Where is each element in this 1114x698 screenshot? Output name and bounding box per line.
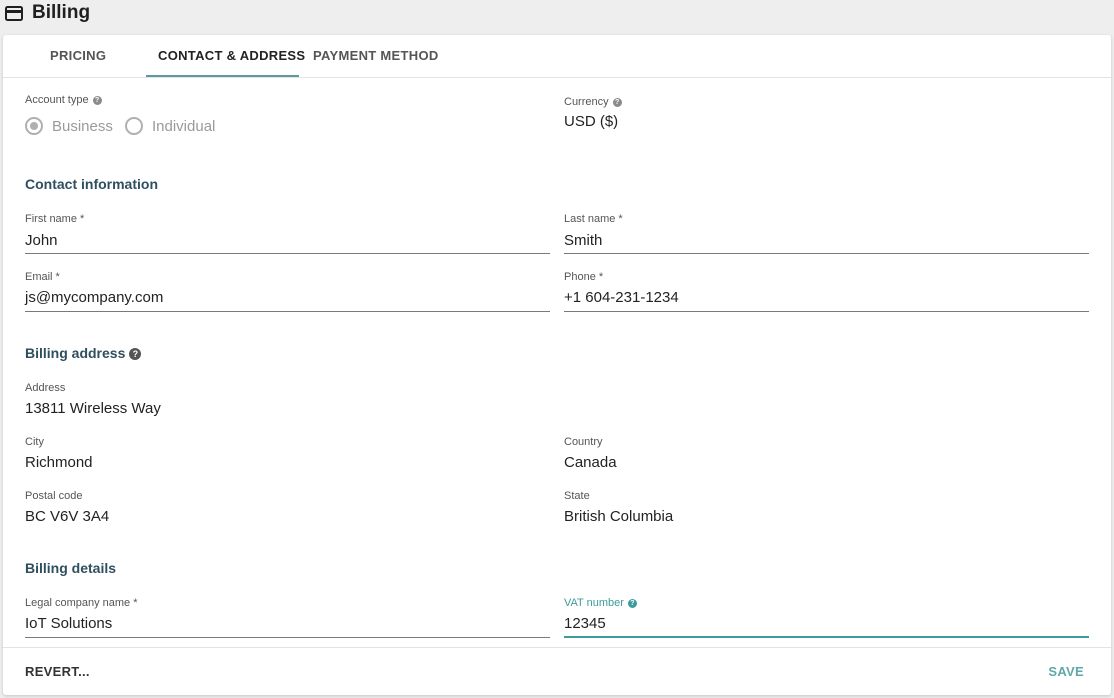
email-input[interactable]: js@mycompany.com	[25, 289, 163, 306]
tab-pricing[interactable]: PRICING	[50, 48, 106, 63]
last-name-underline	[564, 253, 1089, 254]
help-icon[interactable]: ?	[627, 599, 637, 608]
save-button[interactable]: SAVE	[1048, 664, 1084, 679]
country-value: Canada	[564, 454, 617, 471]
active-tab-indicator	[146, 75, 299, 77]
city-value: Richmond	[25, 454, 93, 471]
last-name-input[interactable]: Smith	[564, 232, 602, 249]
company-name-underline	[25, 637, 550, 638]
city-label: City	[25, 436, 44, 448]
vat-number-label-text: VAT number	[564, 597, 624, 609]
vat-number-underline	[564, 636, 1089, 638]
phone-underline	[564, 311, 1089, 312]
billing-details-heading: Billing details	[25, 560, 117, 576]
address-label: Address	[25, 382, 66, 394]
radio-business[interactable]: Business	[25, 116, 113, 136]
radio-individual[interactable]: Individual	[125, 116, 215, 136]
currency-value: USD ($)	[564, 113, 619, 130]
credit-card-icon	[5, 6, 23, 21]
page-title: Billing	[32, 2, 91, 23]
radio-button-unchecked[interactable]	[125, 117, 143, 135]
account-type-label-text: Account type	[25, 94, 89, 106]
email-underline	[25, 311, 550, 312]
currency-label: Currency?	[564, 96, 622, 108]
currency-label-text: Currency	[564, 96, 609, 108]
billing-address-heading-text: Billing address	[25, 345, 126, 361]
help-icon[interactable]: ?	[92, 96, 102, 105]
tab-payment-method[interactable]: PAYMENT METHOD	[313, 48, 439, 63]
billing-address-heading: Billing address?	[25, 345, 142, 361]
first-name-underline	[25, 253, 550, 254]
page-header: Billing	[0, 0, 1114, 32]
state-value: British Columbia	[564, 508, 674, 525]
company-name-label: Legal company name *	[25, 597, 138, 609]
help-icon[interactable]: ?	[129, 348, 142, 360]
help-icon[interactable]: ?	[612, 98, 622, 107]
radio-individual-label: Individual	[152, 117, 216, 135]
country-label: Country	[564, 436, 603, 448]
company-name-input[interactable]: IoT Solutions	[25, 615, 112, 632]
vat-number-label: VAT number?	[564, 597, 637, 609]
tab-bar: PRICING CONTACT & ADDRESS PAYMENT METHOD	[3, 35, 1111, 78]
form-footer: REVERT... SAVE	[3, 647, 1111, 696]
last-name-label: Last name *	[564, 213, 623, 225]
vat-number-input[interactable]: 12345	[564, 615, 606, 632]
phone-input[interactable]: +1 604-231-1234	[564, 289, 679, 306]
contact-information-heading: Contact information	[25, 176, 158, 192]
postal-code-value: BC V6V 3A4	[25, 508, 110, 525]
account-type-label: Account type?	[25, 94, 102, 106]
phone-label: Phone *	[564, 271, 604, 283]
postal-code-label: Postal code	[25, 490, 83, 502]
tab-contact-address[interactable]: CONTACT & ADDRESS	[158, 48, 305, 63]
radio-button-checked[interactable]	[25, 117, 43, 135]
first-name-input[interactable]: John	[25, 232, 58, 249]
state-label: State	[564, 490, 590, 502]
billing-panel: PRICING CONTACT & ADDRESS PAYMENT METHOD…	[3, 35, 1111, 695]
first-name-label: First name *	[25, 213, 85, 225]
revert-button[interactable]: REVERT...	[25, 664, 90, 679]
email-label: Email *	[25, 271, 60, 283]
radio-business-label: Business	[52, 117, 113, 135]
address-value: 13811 Wireless Way	[25, 400, 161, 417]
